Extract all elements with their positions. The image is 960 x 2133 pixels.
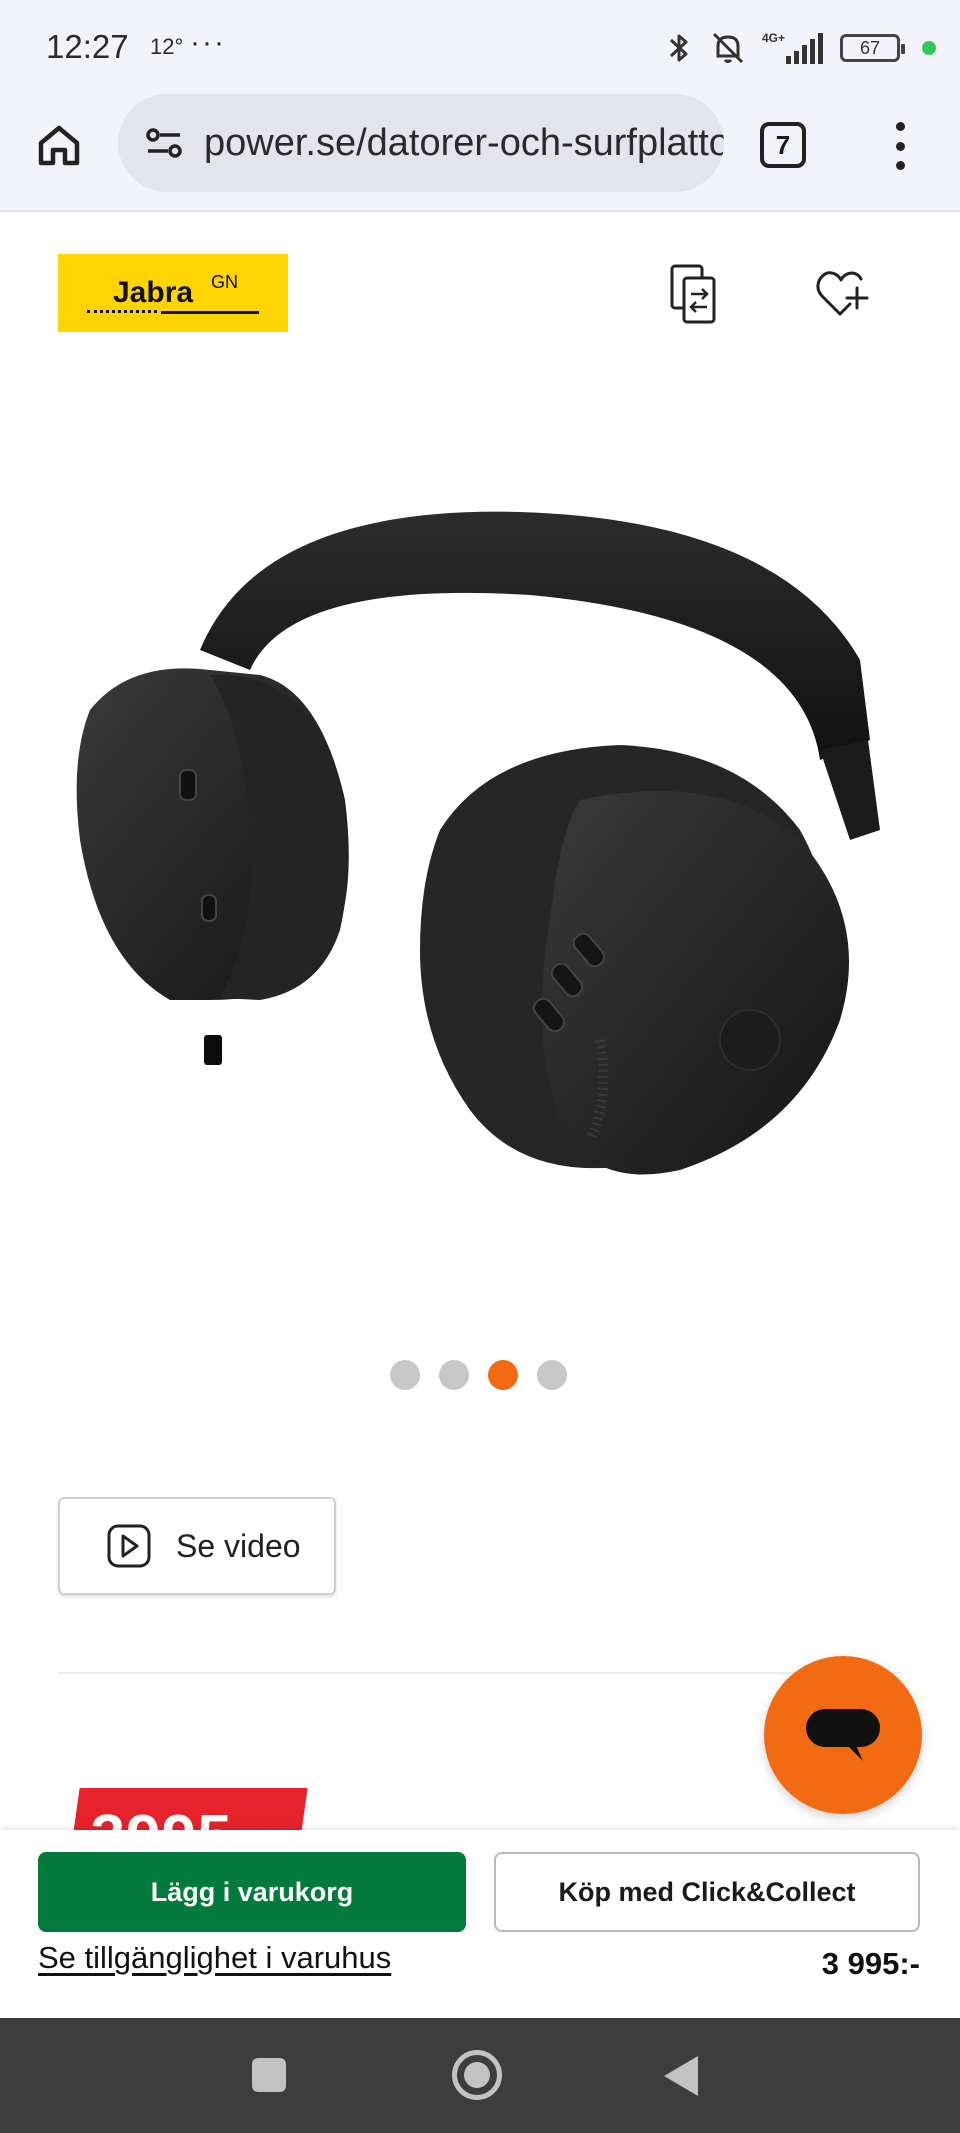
home-button[interactable] <box>30 116 88 174</box>
recents-button[interactable] <box>252 2058 286 2092</box>
browser-toolbar: power.se/datorer-och-surfplattor 7 <box>0 92 960 212</box>
brand-dotted-line <box>87 310 157 313</box>
status-bar: 12:27 12° ··· 4G+ 67 <box>0 0 960 92</box>
status-icons: 4G+ 67 <box>664 28 936 68</box>
product-image[interactable] <box>60 500 900 1220</box>
chat-icon <box>806 1709 880 1761</box>
network-label: 4G+ <box>762 31 785 45</box>
store-availability-link[interactable]: Se tillgänglighet i varuhus <box>38 1940 391 1976</box>
tune-icon <box>146 128 182 158</box>
brand-name: Jabra <box>113 276 194 309</box>
status-more-icon: ··· <box>190 26 226 59</box>
status-temperature: 12° <box>150 34 184 59</box>
see-video-label: Se video <box>176 1527 301 1564</box>
add-to-cart-button[interactable]: Lägg i varukorg <box>38 1852 466 1932</box>
brand-logo[interactable]: Jabra GN <box>58 254 288 332</box>
play-icon <box>107 1524 151 1568</box>
privacy-indicator-dot <box>922 41 936 55</box>
home-icon <box>38 125 80 166</box>
system-home-button[interactable] <box>452 2050 502 2100</box>
home-circle-icon <box>464 2062 490 2088</box>
sticky-purchase-bar: Lägg i varukorg Köp med Click&Collect Se… <box>0 1830 960 2018</box>
status-time: 12:27 <box>46 28 129 65</box>
battery-level: 67 <box>859 37 881 58</box>
heart-plus-icon <box>816 271 869 316</box>
see-video-button[interactable]: Se video <box>58 1497 336 1595</box>
headphones-image <box>76 511 880 1175</box>
carousel-pagination <box>390 1360 567 1390</box>
system-navigation-bar <box>0 2018 960 2133</box>
browser-menu-button[interactable] <box>880 116 920 176</box>
menu-dot <box>895 161 905 170</box>
site-settings-button[interactable] <box>134 113 194 173</box>
brand-underline <box>161 311 259 314</box>
product-price: 3 995:- <box>821 1946 920 1981</box>
brand-logo-mark: Jabra GN <box>83 268 263 318</box>
brand-suffix: GN <box>211 272 238 292</box>
section-divider <box>58 1672 902 1674</box>
menu-dot <box>895 122 905 131</box>
tab-count: 7 <box>775 129 791 160</box>
menu-dot <box>895 141 905 151</box>
tab-switcher-button[interactable]: 7 <box>760 122 806 168</box>
battery-icon: 67 <box>840 34 905 62</box>
url-text: power.se/datorer-och-surfplattor <box>204 121 724 164</box>
carousel-dot[interactable] <box>390 1360 420 1390</box>
carousel-dot-active[interactable] <box>488 1360 518 1390</box>
carousel-dot[interactable] <box>439 1360 469 1390</box>
mute-bell-icon <box>712 32 744 64</box>
chat-button[interactable] <box>764 1656 922 1814</box>
compare-button[interactable] <box>668 262 728 328</box>
click-and-collect-button[interactable]: Köp med Click&Collect <box>494 1852 920 1932</box>
back-button[interactable] <box>664 2056 698 2096</box>
bluetooth-icon <box>669 34 688 62</box>
address-bar[interactable]: power.se/datorer-och-surfplattor <box>118 94 724 192</box>
carousel-dot[interactable] <box>537 1360 567 1390</box>
compare-icon <box>670 264 716 324</box>
wishlist-button[interactable] <box>814 266 872 322</box>
signal-icon: 4G+ <box>762 31 823 64</box>
